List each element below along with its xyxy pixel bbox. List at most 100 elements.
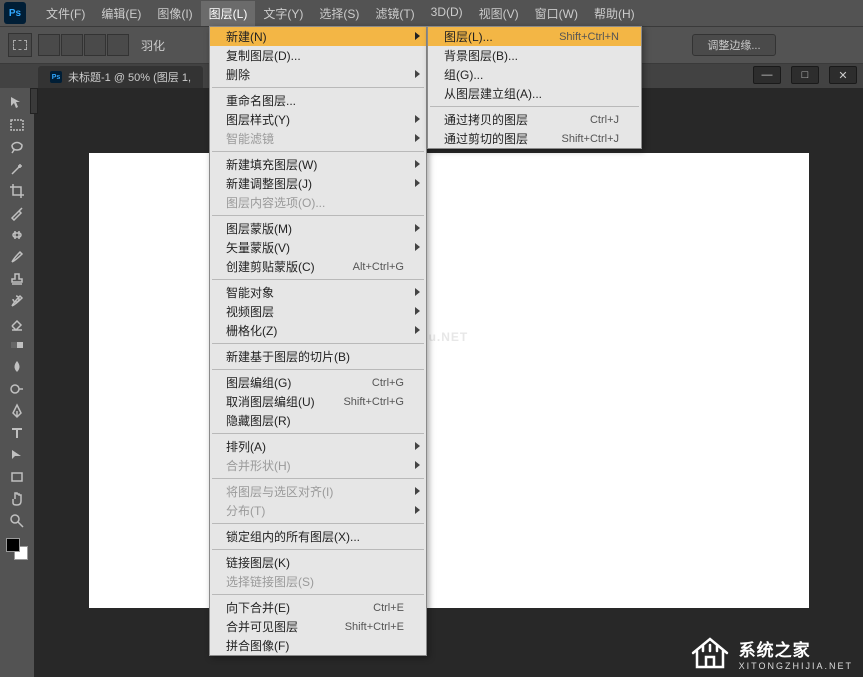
menu-item-34[interactable]: 链接图层(K) xyxy=(210,553,426,572)
menu-separator xyxy=(212,549,424,550)
menu-item-6[interactable]: 通过剪切的图层Shift+Ctrl+J xyxy=(428,129,641,148)
lasso-tool-icon[interactable] xyxy=(4,136,30,158)
menu-item-5[interactable]: 通过拷贝的图层Ctrl+J xyxy=(428,110,641,129)
menu-item-13[interactable]: 矢量蒙版(V) xyxy=(210,238,426,257)
menu-item-10: 图层内容选项(O)... xyxy=(210,193,426,212)
gradient-tool-icon[interactable] xyxy=(4,334,30,356)
menu-item-2[interactable]: 组(G)... xyxy=(428,65,641,84)
menu-item-label: 视频图层 xyxy=(226,303,274,320)
menu-item-37[interactable]: 向下合并(E)Ctrl+E xyxy=(210,598,426,617)
menu-separator xyxy=(212,478,424,479)
maximize-button[interactable]: □ xyxy=(791,66,819,84)
menu-item-label: 通过剪切的图层 xyxy=(444,130,528,147)
canvas[interactable] xyxy=(89,153,809,608)
menu-item-label: 新建填充图层(W) xyxy=(226,156,317,173)
menu-item-0[interactable]: 图层(L)...Shift+Ctrl+N xyxy=(428,27,641,46)
blur-tool-icon[interactable] xyxy=(4,356,30,378)
tool-preset-icon[interactable] xyxy=(8,33,32,57)
menu-item-32[interactable]: 锁定组内的所有图层(X)... xyxy=(210,527,426,546)
menu-item-label: 删除 xyxy=(226,66,250,83)
eyedropper-tool-icon[interactable] xyxy=(4,202,30,224)
menu-item-39[interactable]: 拼合图像(F) xyxy=(210,636,426,655)
menu-7[interactable]: 3D(D) xyxy=(423,1,471,26)
menu-item-20[interactable]: 新建基于图层的切片(B) xyxy=(210,347,426,366)
history-brush-tool-icon[interactable] xyxy=(4,290,30,312)
menu-item-label: 图层内容选项(O)... xyxy=(226,194,325,211)
menu-item-18[interactable]: 栅格化(Z) xyxy=(210,321,426,340)
menu-item-1[interactable]: 背景图层(B)... xyxy=(428,46,641,65)
marquee-tool-icon[interactable] xyxy=(4,114,30,136)
selection-subtract-icon[interactable] xyxy=(84,34,106,56)
doc-title: 未标题-1 @ 50% (图层 1, xyxy=(68,69,191,85)
layer-menu-dropdown: 新建(N)复制图层(D)...删除重命名图层...图层样式(Y)智能滤镜新建填充… xyxy=(209,26,427,656)
healing-tool-icon[interactable] xyxy=(4,224,30,246)
menu-item-14[interactable]: 创建剪贴蒙版(C)Alt+Ctrl+G xyxy=(210,257,426,276)
color-swatch[interactable] xyxy=(6,538,28,560)
submenu-arrow-icon xyxy=(415,32,420,40)
menu-separator xyxy=(212,87,424,88)
selection-new-icon[interactable] xyxy=(38,34,60,56)
stamp-tool-icon[interactable] xyxy=(4,268,30,290)
minimize-button[interactable]: — xyxy=(753,66,781,84)
watermark-brand: 系统之家 xyxy=(739,636,853,661)
menu-item-9[interactable]: 新建调整图层(J) xyxy=(210,174,426,193)
menu-item-24[interactable]: 隐藏图层(R) xyxy=(210,411,426,430)
dodge-tool-icon[interactable] xyxy=(4,378,30,400)
menu-4[interactable]: 文字(Y) xyxy=(255,1,311,26)
submenu-arrow-icon xyxy=(415,307,420,315)
shape-tool-icon[interactable] xyxy=(4,466,30,488)
menu-item-22[interactable]: 图层编组(G)Ctrl+G xyxy=(210,373,426,392)
submenu-arrow-icon xyxy=(415,160,420,168)
menu-5[interactable]: 选择(S) xyxy=(311,1,367,26)
menu-item-35: 选择链接图层(S) xyxy=(210,572,426,591)
menu-item-5[interactable]: 图层样式(Y) xyxy=(210,110,426,129)
close-button[interactable]: ✕ xyxy=(829,66,857,84)
menu-item-12[interactable]: 图层蒙版(M) xyxy=(210,219,426,238)
menu-item-1[interactable]: 复制图层(D)... xyxy=(210,46,426,65)
menu-1[interactable]: 编辑(E) xyxy=(93,1,149,26)
menu-shortcut: Shift+Ctrl+N xyxy=(559,31,619,43)
menu-10[interactable]: 帮助(H) xyxy=(586,1,643,26)
menu-item-label: 链接图层(K) xyxy=(226,554,290,571)
menu-6[interactable]: 滤镜(T) xyxy=(367,1,422,26)
menu-item-label: 智能对象 xyxy=(226,284,274,301)
menu-item-4[interactable]: 重命名图层... xyxy=(210,91,426,110)
menu-item-17[interactable]: 视频图层 xyxy=(210,302,426,321)
hand-tool-icon[interactable] xyxy=(4,488,30,510)
refine-edge-button[interactable]: 调整边缘... xyxy=(692,34,775,56)
type-tool-icon[interactable] xyxy=(4,422,30,444)
toolbar-collapse-icon[interactable] xyxy=(30,88,38,114)
menu-separator xyxy=(212,594,424,595)
submenu-arrow-icon xyxy=(415,70,420,78)
menu-item-26[interactable]: 排列(A) xyxy=(210,437,426,456)
submenu-arrow-icon xyxy=(415,224,420,232)
path-select-tool-icon[interactable] xyxy=(4,444,30,466)
move-tool-icon[interactable] xyxy=(4,92,30,114)
menu-item-8[interactable]: 新建填充图层(W) xyxy=(210,155,426,174)
selection-intersect-icon[interactable] xyxy=(107,34,129,56)
menu-item-23[interactable]: 取消图层编组(U)Shift+Ctrl+G xyxy=(210,392,426,411)
menu-item-3[interactable]: 从图层建立组(A)... xyxy=(428,84,641,103)
menu-item-30: 分布(T) xyxy=(210,501,426,520)
selection-add-icon[interactable] xyxy=(61,34,83,56)
menu-8[interactable]: 视图(V) xyxy=(471,1,527,26)
brush-tool-icon[interactable] xyxy=(4,246,30,268)
menu-item-2[interactable]: 删除 xyxy=(210,65,426,84)
menu-9[interactable]: 窗口(W) xyxy=(527,1,586,26)
menu-item-label: 合并可见图层 xyxy=(226,618,298,635)
menu-item-0[interactable]: 新建(N) xyxy=(210,27,426,46)
wand-tool-icon[interactable] xyxy=(4,158,30,180)
zoom-tool-icon[interactable] xyxy=(4,510,30,532)
menu-item-16[interactable]: 智能对象 xyxy=(210,283,426,302)
menu-2[interactable]: 图像(I) xyxy=(149,1,200,26)
menu-3[interactable]: 图层(L) xyxy=(201,1,256,26)
fg-color-icon[interactable] xyxy=(6,538,20,552)
menu-item-38[interactable]: 合并可见图层Shift+Ctrl+E xyxy=(210,617,426,636)
document-tab[interactable]: Ps 未标题-1 @ 50% (图层 1, xyxy=(38,66,203,88)
eraser-tool-icon[interactable] xyxy=(4,312,30,334)
menu-0[interactable]: 文件(F) xyxy=(38,1,93,26)
crop-tool-icon[interactable] xyxy=(4,180,30,202)
menu-item-label: 隐藏图层(R) xyxy=(226,412,291,429)
pen-tool-icon[interactable] xyxy=(4,400,30,422)
menu-separator xyxy=(212,279,424,280)
